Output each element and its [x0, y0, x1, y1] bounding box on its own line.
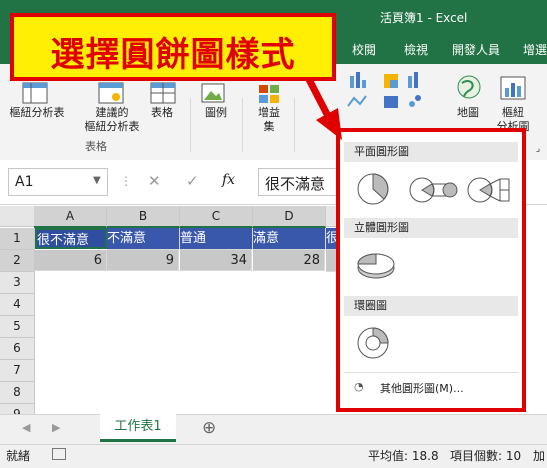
doughnut-icon[interactable]: [356, 326, 390, 363]
pie-3d-icon[interactable]: [356, 248, 402, 285]
scroll-left-icon[interactable]: ◀: [22, 421, 30, 434]
more-options-icon: ⋮: [120, 174, 132, 188]
ribbon-separator: [242, 98, 243, 152]
row-header[interactable]: 4: [0, 294, 35, 316]
addins-icon: [256, 82, 282, 107]
row-header[interactable]: 5: [0, 316, 35, 338]
ribbon-separator: [190, 98, 191, 152]
enter-icon[interactable]: ✓: [186, 172, 199, 190]
cell-d1[interactable]: 滿意: [253, 228, 326, 250]
cancel-icon[interactable]: ✕: [148, 172, 161, 190]
table-button[interactable]: 表格: [140, 106, 184, 120]
pie-small-icon: ◔: [354, 380, 364, 393]
menu-divider: [344, 372, 518, 373]
add-sheet-icon[interactable]: ⊕: [202, 418, 216, 438]
function-icon[interactable]: fx: [222, 172, 235, 188]
tab-addins[interactable]: 增選: [523, 41, 547, 58]
instruction-callout: 選擇圓餅圖樣式: [10, 13, 336, 81]
addins-button[interactable]: 增益 集: [252, 106, 286, 134]
globe-icon: [456, 74, 482, 103]
illustrations-button[interactable]: 圖例: [196, 106, 236, 120]
column-header[interactable]: A: [34, 206, 107, 228]
tables-group-label: 表格: [85, 140, 107, 153]
column-header[interactable]: D: [253, 206, 326, 228]
illustrations-icon: [200, 82, 226, 107]
tab-view[interactable]: 檢視: [404, 41, 428, 58]
cell-a2[interactable]: 6: [35, 250, 107, 271]
cell-c1[interactable]: 普通: [180, 228, 253, 250]
section-doughnut: 環圈圖: [344, 296, 518, 316]
pivot-table-icon: [22, 82, 48, 107]
name-box-value: A1: [15, 174, 34, 190]
chart-type-icons[interactable]: [346, 70, 436, 129]
window-title: 活頁簿1 - Excel: [380, 11, 468, 25]
macro-record-icon[interactable]: [52, 448, 66, 460]
cell-b1[interactable]: 不滿意: [107, 228, 180, 250]
chevron-down-icon[interactable]: ▼: [93, 175, 101, 186]
cell-b2[interactable]: 9: [107, 250, 179, 271]
row-header[interactable]: 3: [0, 272, 35, 294]
formula-content: 很不滿意: [265, 175, 326, 193]
pivot-table-button[interactable]: 樞紐分析表: [4, 106, 70, 120]
more-pie-charts[interactable]: 其他圓形圖(M)...: [380, 380, 464, 396]
table-icon: [150, 82, 176, 107]
select-all-corner[interactable]: [0, 206, 35, 227]
pie-chart-dropdown: 平面圓形圖 立體圓形圖 環圈圖 ◔ 其他圓形圖(M)...: [336, 128, 526, 412]
row-header[interactable]: 2: [0, 250, 35, 272]
bar-of-pie-icon[interactable]: [466, 176, 512, 207]
row-header[interactable]: 8: [0, 382, 35, 404]
dialog-launcher-icon[interactable]: ⌟: [532, 142, 544, 156]
row-header[interactable]: 6: [0, 338, 35, 360]
status-more: 加: [533, 449, 546, 463]
scroll-right-icon[interactable]: ▶: [52, 421, 60, 434]
pie-chart-icon[interactable]: [356, 172, 390, 209]
map-button[interactable]: 地圖: [448, 106, 488, 120]
row-header[interactable]: 1: [0, 228, 35, 250]
column-header[interactable]: C: [180, 206, 253, 228]
tab-review[interactable]: 校閱: [352, 41, 376, 58]
pie-of-pie-icon[interactable]: [408, 176, 458, 207]
cell-a1[interactable]: 很不滿意: [35, 228, 107, 249]
section-3d-pie: 立體圓形圖: [344, 218, 518, 238]
status-ready: 就緒: [6, 449, 31, 463]
cell-d2[interactable]: 28: [253, 250, 325, 271]
tab-developer[interactable]: 開發人員: [452, 41, 500, 58]
recommended-pivot-icon: [98, 82, 124, 107]
sheet-tab-bar: [0, 414, 547, 445]
column-header[interactable]: B: [107, 206, 180, 228]
sheet-tab-active[interactable]: 工作表1: [100, 414, 176, 442]
status-average: 平均值: 18.8: [368, 449, 439, 463]
section-2d-pie: 平面圓形圖: [344, 142, 518, 162]
callout-text: 選擇圓餅圖樣式: [50, 35, 296, 75]
cell-c2[interactable]: 34: [180, 250, 252, 271]
status-count: 項目個數: 10: [450, 449, 522, 463]
row-header[interactable]: 7: [0, 360, 35, 382]
pivot-chart-icon: [500, 76, 526, 103]
name-box[interactable]: A1 ▼: [8, 168, 108, 196]
